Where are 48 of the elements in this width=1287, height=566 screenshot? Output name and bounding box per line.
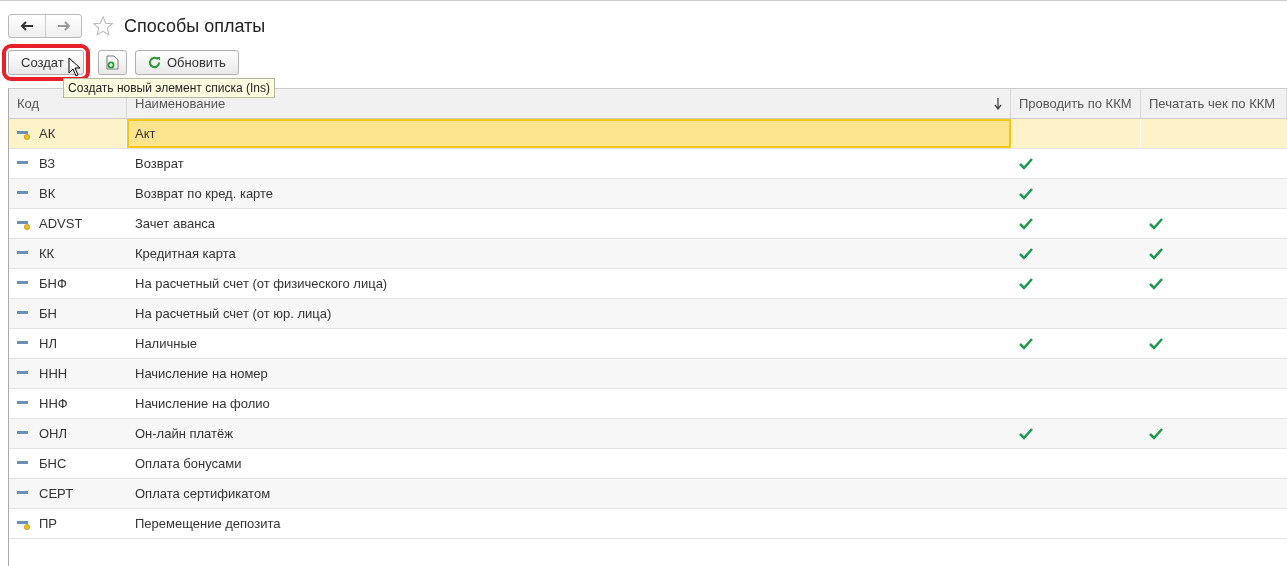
table-cell: Акт: [135, 126, 156, 141]
table-cell: БНС: [39, 456, 67, 471]
table-cell: ПР: [39, 516, 57, 531]
back-arrow-icon: [20, 21, 34, 31]
table-row[interactable]: БН На расчетный счет (от юр. лица): [9, 299, 1287, 329]
table-cell: Кредитная карта: [135, 246, 236, 261]
table-cell: НЛ: [39, 336, 57, 351]
table-cell: ОНЛ: [39, 426, 68, 441]
table-row[interactable]: АК Акт: [9, 119, 1287, 149]
table-cell: ВЗ: [39, 156, 56, 171]
window-title: Способы оплаты: [124, 15, 266, 37]
column-header[interactable]: Проводить по ККМ: [1011, 89, 1141, 118]
copy-button[interactable]: [98, 49, 127, 75]
table-cell: Оплата бонусами: [135, 456, 242, 471]
table-cell: Начисление на номер: [135, 366, 268, 381]
table-cell: ADVST: [39, 216, 83, 231]
table-cell: Он-лайн платёж: [135, 426, 233, 441]
table-cell: Наличные: [135, 336, 197, 351]
star-icon[interactable]: [92, 15, 114, 37]
table-row[interactable]: СЕРТ Оплата сертификатом: [9, 479, 1287, 509]
table-row[interactable]: ННН Начисление на номер: [9, 359, 1287, 389]
tooltip: Создать новый элемент списка (Ins): [63, 78, 275, 98]
document-add-icon: [106, 54, 119, 70]
sort-arrow-icon: [994, 97, 1002, 110]
table-row[interactable]: ВК Возврат по кред. карте: [9, 179, 1287, 209]
table-row[interactable]: КК Кредитная карта: [9, 239, 1287, 269]
table-cell: Возврат: [135, 156, 184, 171]
refresh-icon: [148, 55, 161, 69]
table-cell: На расчетный счет (от физического лица): [135, 276, 388, 291]
table-cell: СЕРТ: [39, 486, 74, 501]
table-cell: На расчетный счет (от юр. лица): [135, 306, 332, 321]
table-cell: АК: [39, 126, 56, 141]
refresh-button[interactable]: Обновить: [135, 49, 239, 75]
table-cell: БН: [39, 306, 57, 321]
table-cell: БНФ: [39, 276, 67, 291]
table-cell: Зачет аванса: [135, 216, 216, 231]
table-cell: ННН: [39, 366, 68, 381]
table-cell: Перемещение депозита: [135, 516, 281, 531]
table-cell: Оплата сертификатом: [135, 486, 271, 501]
column-header[interactable]: Печатать чек по ККМ: [1141, 89, 1287, 118]
table-row[interactable]: ОНЛ Он-лайн платёж: [9, 419, 1287, 449]
table-cell: ВК: [39, 186, 56, 201]
table-cell: ННФ: [39, 396, 68, 411]
mouse-pointer-icon: [68, 57, 82, 77]
forward-arrow-icon: [56, 21, 71, 31]
table-cell: КК: [39, 246, 55, 261]
table-cell: Возврат по кред. карте: [135, 186, 274, 201]
table-cell: Начисление на фолио: [135, 396, 270, 411]
